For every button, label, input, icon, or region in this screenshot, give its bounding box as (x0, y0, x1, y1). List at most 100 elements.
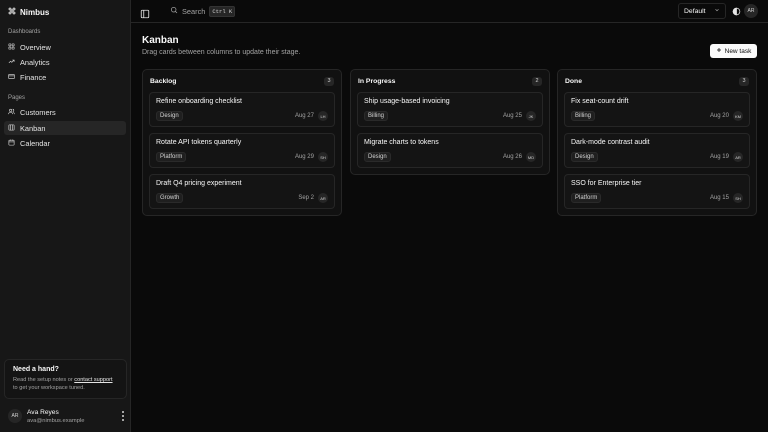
page-subtitle: Drag cards between columns to update the… (142, 49, 301, 56)
sidebar-item-calendar[interactable]: Calendar (4, 136, 126, 150)
kanban-card[interactable]: Fix seat-count drift Billing Aug 20 KM (564, 92, 750, 127)
sidebar: Nimbus Dashboards Overview Analytics Fin… (0, 0, 131, 432)
card-footer: Design Aug 26 MD (364, 152, 536, 162)
card-tag: Platform (156, 152, 187, 162)
card-tag: Billing (364, 111, 389, 121)
avatar: AR (8, 409, 22, 423)
assignee-avatar: LH (318, 111, 328, 121)
nav-group-dashboards: Dashboards (8, 29, 41, 35)
wallet-icon (8, 73, 15, 82)
kanban-card[interactable]: Rotate API tokens quarterly Platform Aug… (149, 133, 335, 168)
help-text: Read the setup notes or contact support … (13, 376, 118, 392)
user-profile[interactable]: AR Ava Reyes ava@nimbus.example (8, 406, 126, 426)
search-button[interactable]: Search Ctrl K (170, 5, 236, 17)
kanban-column-in-progress: In Progress 2 Ship usage-based invoicing… (350, 69, 550, 175)
sidebar-item-kanban[interactable]: Kanban (4, 121, 126, 135)
kanban-card[interactable]: SSO for Enterprise tier Platform Aug 15 … (564, 174, 750, 209)
kanban-column-done: Done 3 Fix seat-count drift Billing Aug … (557, 69, 757, 216)
kanban-column-backlog: Backlog 3 Refine onboarding checklist De… (142, 69, 342, 216)
theme-select[interactable]: Default (678, 3, 726, 19)
card-tag: Design (156, 111, 183, 121)
assignee-avatar: SH (733, 193, 743, 203)
kanban-card[interactable]: Draft Q4 pricing experiment Growth Sep 2… (149, 174, 335, 209)
kanban-card[interactable]: Ship usage-based invoicing Billing Aug 2… (357, 92, 543, 127)
card-footer: Design Aug 19 AR (571, 152, 743, 162)
search-shortcut: Ctrl K (209, 5, 236, 17)
new-task-button[interactable]: New task (710, 44, 757, 58)
assignee-avatar: AR (318, 193, 328, 203)
help-card: Need a hand? Read the setup notes or con… (4, 359, 127, 399)
kanban-card[interactable]: Dark-mode contrast audit Design Aug 19 A… (564, 133, 750, 168)
card-tag: Platform (571, 193, 602, 203)
user-name: Ava Reyes (27, 408, 59, 416)
card-tag: Design (364, 152, 391, 162)
card-date: Aug 29 (294, 154, 314, 160)
card-title: Draft Q4 pricing experiment (156, 180, 242, 187)
chevron-down-icon (714, 7, 720, 15)
column-title: Done (565, 77, 582, 85)
column-count-badge: 3 (739, 76, 749, 86)
page-title: Kanban (142, 35, 179, 46)
column-header: Backlog 3 (143, 70, 341, 92)
card-footer: Billing Aug 20 KM (571, 111, 743, 121)
theme-select-value: Default (684, 7, 706, 15)
help-text-before: Read the setup notes or (13, 377, 73, 383)
assignee-avatar: JK (526, 111, 536, 121)
avatar[interactable]: AR (744, 4, 758, 18)
help-title: Need a hand? (13, 366, 59, 373)
kanban-card[interactable]: Migrate charts to tokens Design Aug 26 M… (357, 133, 543, 168)
card-footer: Growth Sep 2 AR (156, 193, 328, 203)
card-date: Aug 19 (709, 154, 729, 160)
users-icon (8, 108, 15, 117)
sidebar-item-label: Customers (20, 107, 56, 117)
column-title: In Progress (358, 77, 396, 85)
card-date: Sep 2 (298, 195, 314, 201)
sidebar-item-finance[interactable]: Finance (4, 70, 126, 84)
theme-toggle-icon[interactable] (730, 5, 742, 17)
help-text-after: to get your workspace tuned. (13, 385, 85, 391)
overview-icon (8, 43, 15, 52)
user-meta: Ava Reyes ava@nimbus.example (27, 409, 115, 424)
kanban-card[interactable]: Refine onboarding checklist Design Aug 2… (149, 92, 335, 127)
search-label: Search (182, 6, 206, 16)
assignee-avatar: SH (318, 152, 328, 162)
sidebar-item-label: Analytics (20, 57, 50, 67)
card-tag: Billing (571, 111, 596, 121)
command-icon (8, 7, 16, 17)
card-title: Dark-mode contrast audit (571, 139, 650, 146)
card-title: Ship usage-based invoicing (364, 98, 450, 105)
kanban-icon (8, 124, 15, 133)
card-title: Migrate charts to tokens (364, 139, 439, 146)
brand-name: Nimbus (20, 7, 50, 17)
column-count-badge: 3 (324, 76, 334, 86)
main-content: Search Ctrl K Default AR Kanban Drag car… (131, 0, 768, 432)
sidebar-toggle-icon[interactable] (140, 6, 150, 19)
sidebar-item-analytics[interactable]: Analytics (4, 55, 126, 69)
assignee-avatar: MD (526, 152, 536, 162)
sidebar-item-label: Kanban (20, 123, 46, 133)
contact-support-link[interactable]: contact support (74, 377, 112, 383)
card-date: Aug 25 (502, 113, 522, 119)
search-icon (170, 6, 178, 16)
analytics-icon (8, 58, 15, 67)
app-shell: Nimbus Dashboards Overview Analytics Fin… (0, 0, 768, 432)
card-tag: Growth (156, 193, 184, 203)
column-title: Backlog (150, 77, 177, 85)
new-task-label: New task (724, 47, 752, 55)
brand[interactable]: Nimbus (8, 6, 49, 18)
card-footer: Design Aug 27 LH (156, 111, 328, 121)
plus-icon (716, 47, 722, 55)
sidebar-item-label: Overview (20, 42, 51, 52)
card-date: Aug 15 (709, 195, 729, 201)
nav-group-pages: Pages (8, 95, 26, 101)
column-count-badge: 2 (532, 76, 542, 86)
assignee-avatar: KM (733, 111, 743, 121)
card-tag: Design (571, 152, 598, 162)
sidebar-item-customers[interactable]: Customers (4, 105, 126, 119)
sidebar-item-overview[interactable]: Overview (4, 40, 126, 54)
card-footer: Billing Aug 25 JK (364, 111, 536, 121)
assignee-avatar: AR (733, 152, 743, 162)
user-email: ava@nimbus.example (27, 417, 85, 424)
more-vertical-icon[interactable] (120, 411, 126, 421)
column-header: Done 3 (558, 70, 756, 92)
